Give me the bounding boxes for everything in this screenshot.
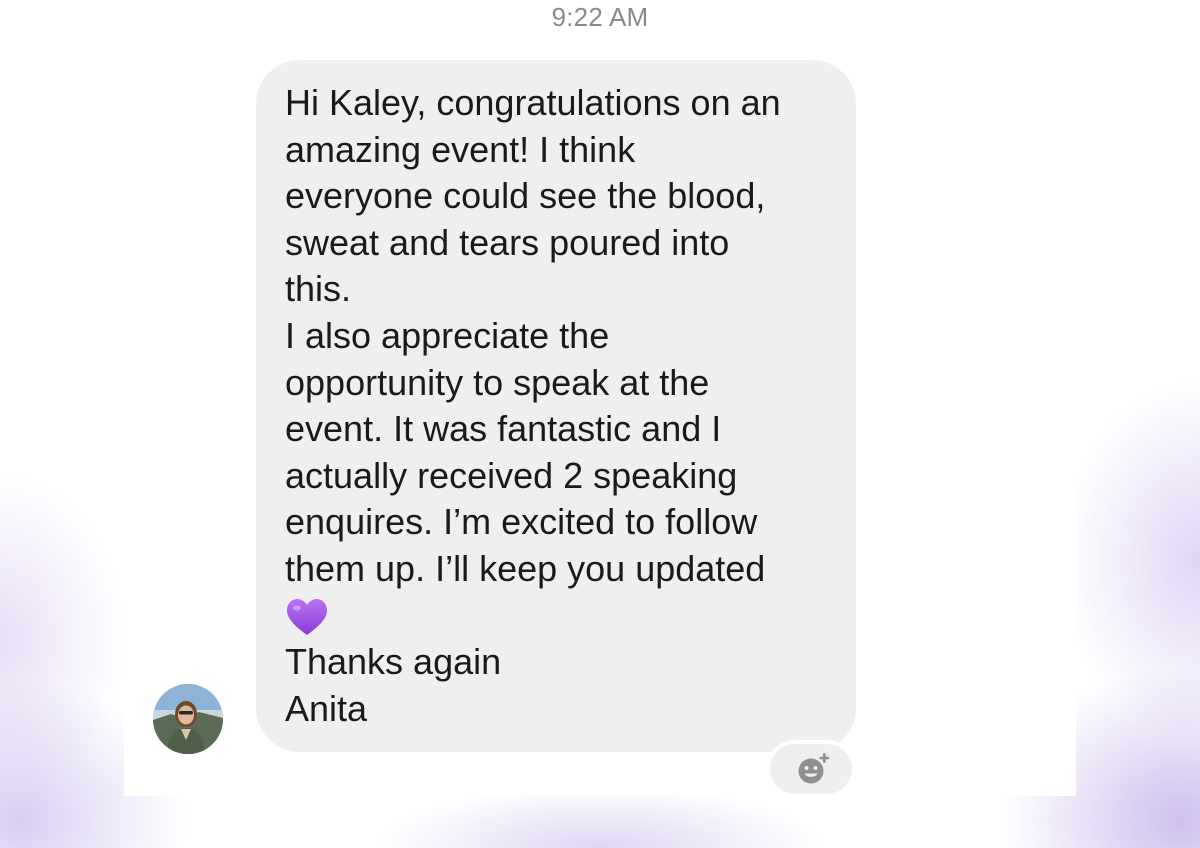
message-line: sweat and tears poured into — [285, 221, 730, 263]
add-reaction-button[interactable] — [766, 740, 856, 798]
message-line: event. It was fantastic and I — [285, 408, 722, 450]
add-reaction-icon — [798, 753, 830, 784]
message-line: actually received 2 speaking — [285, 454, 738, 496]
chat-screen: 9:22 AM Hi Kaley, congratulations on an … — [124, 0, 1076, 798]
message-line: I also appreciate the — [285, 314, 610, 356]
message-line: enquires. I’m excited to follow — [285, 501, 758, 543]
sender-avatar[interactable] — [153, 684, 223, 754]
purple-heart-icon — [285, 593, 836, 640]
message-line: this. — [285, 268, 352, 310]
message-line: everyone could see the blood, — [285, 175, 766, 217]
message-line: opportunity to speak at the — [285, 361, 710, 403]
message-bubble[interactable]: Hi Kaley, congratulations on an amazing … — [256, 60, 856, 752]
message-signature: Anita — [285, 687, 368, 729]
message-line: Thanks again — [285, 641, 502, 683]
profile-photo-icon — [153, 684, 223, 754]
message-line: them up. I’ll keep you updated — [285, 547, 766, 589]
message-line: amazing event! I think — [285, 128, 636, 170]
message-timestamp: 9:22 AM — [551, 2, 649, 32]
message-line: Hi Kaley, congratulations on an — [285, 82, 781, 123]
